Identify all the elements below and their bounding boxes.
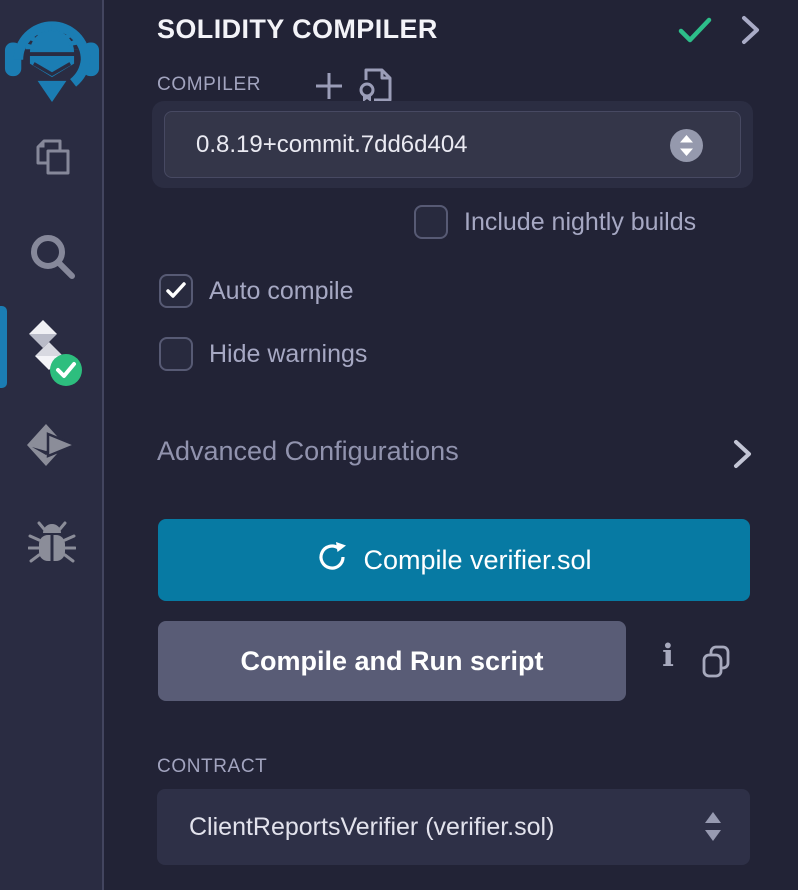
license-file-icon bbox=[358, 66, 394, 104]
compiler-version-select[interactable]: 0.8.19+commit.7dd6d404 bbox=[164, 111, 741, 178]
contract-select[interactable]: ClientReportsVerifier (verifier.sol) bbox=[157, 789, 750, 865]
compile-success-check-icon bbox=[678, 16, 712, 49]
copy-icon[interactable] bbox=[700, 644, 732, 685]
advanced-chevron-icon bbox=[732, 439, 754, 474]
auto-compile-checkbox[interactable] bbox=[159, 274, 193, 308]
sidebar-item-debugger[interactable] bbox=[0, 520, 104, 566]
sidebar-item-search[interactable] bbox=[0, 231, 104, 281]
sidebar-item-solidity-compiler[interactable] bbox=[0, 318, 104, 390]
compile-and-run-button[interactable]: Compile and Run script bbox=[158, 621, 626, 701]
sidebar-item-deploy-run[interactable] bbox=[0, 424, 104, 470]
select-updown-circle-icon bbox=[669, 128, 704, 168]
auto-compile-label[interactable]: Auto compile bbox=[209, 277, 354, 306]
hide-warnings-checkbox[interactable] bbox=[159, 337, 193, 371]
hide-warnings-row: Hide warnings bbox=[159, 337, 367, 371]
sidebar-item-file-explorer[interactable] bbox=[0, 133, 104, 181]
compile-button-label: Compile verifier.sol bbox=[363, 545, 591, 576]
solidity-compiler-panel: SOLIDITY COMPILER COMPILER bbox=[106, 0, 798, 890]
include-nightly-row: Include nightly builds bbox=[414, 205, 696, 239]
compile-button[interactable]: Compile verifier.sol bbox=[158, 519, 750, 601]
remix-logo[interactable] bbox=[0, 4, 104, 106]
include-nightly-checkbox[interactable] bbox=[414, 205, 448, 239]
search-icon bbox=[27, 231, 77, 281]
compiler-version-value: 0.8.19+commit.7dd6d404 bbox=[196, 131, 468, 159]
contract-updown-icon bbox=[704, 811, 722, 848]
advanced-configurations-label: Advanced Configurations bbox=[157, 436, 459, 467]
deploy-run-icon bbox=[27, 424, 77, 470]
solidity-compiler-icon bbox=[21, 318, 83, 390]
icon-sidebar bbox=[0, 0, 104, 890]
contract-select-value: ClientReportsVerifier (verifier.sol) bbox=[189, 813, 554, 842]
contract-section-label: CONTRACT bbox=[157, 756, 267, 778]
include-nightly-label[interactable]: Include nightly builds bbox=[464, 208, 696, 237]
info-icon[interactable]: i bbox=[654, 638, 682, 674]
file-explorer-icon bbox=[28, 133, 76, 181]
auto-compile-row: Auto compile bbox=[159, 274, 354, 308]
compile-and-run-label: Compile and Run script bbox=[240, 646, 543, 677]
hide-warnings-label[interactable]: Hide warnings bbox=[209, 340, 367, 369]
panel-collapse-chevron-icon[interactable] bbox=[740, 15, 762, 50]
checkmark-icon bbox=[165, 281, 187, 301]
compiler-section-label: COMPILER bbox=[157, 74, 261, 96]
debugger-icon bbox=[28, 520, 76, 566]
plus-icon bbox=[313, 70, 345, 102]
compiler-version-select-wrapper: 0.8.19+commit.7dd6d404 bbox=[152, 101, 753, 188]
page-title: SOLIDITY COMPILER bbox=[157, 14, 438, 45]
remix-logo-icon bbox=[4, 4, 100, 106]
refresh-icon bbox=[316, 541, 348, 580]
remix-solidity-compiler-panel: SOLIDITY COMPILER COMPILER bbox=[0, 0, 798, 890]
